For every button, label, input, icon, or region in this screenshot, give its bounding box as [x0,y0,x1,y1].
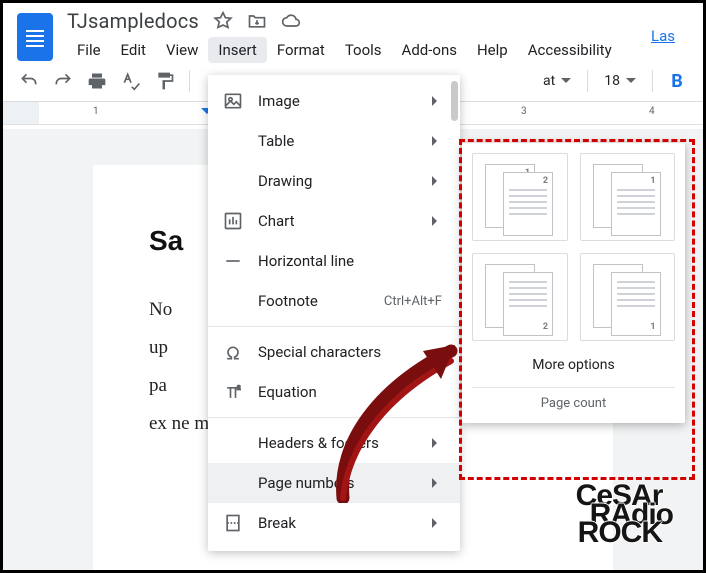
bold-button[interactable]: B [663,71,691,92]
svg-text:2: 2 [237,386,241,392]
menu-item-label: Headers & footers [258,434,418,452]
menu-item-table[interactable]: Table [208,121,460,161]
chart-icon [222,210,244,232]
horizontal-line-icon [222,250,244,272]
menu-format[interactable]: Format [267,37,335,63]
submenu-arrow-icon [432,96,442,106]
submenu-arrow-icon [432,438,442,448]
menu-bar: File Edit View Insert Format Tools Add-o… [67,37,622,63]
menu-separator [208,417,460,418]
menu-item-horizontal-line[interactable]: Horizontal line [208,241,460,281]
menu-item-break[interactable]: Break [208,503,460,543]
menu-item-special-characters[interactable]: Special characters [208,332,460,372]
menu-item-label: Break [258,514,418,532]
toolbar-separator [652,70,653,92]
menu-file[interactable]: File [67,37,111,63]
page-number-option-header-skip-first[interactable]: 1 [580,153,676,241]
menu-accessibility[interactable]: Accessibility [518,37,622,63]
menu-item-label: Image [258,92,418,110]
menu-item-label: Drawing [258,172,418,190]
submenu-arrow-icon [432,176,442,186]
footnote-icon [222,290,244,312]
menu-item-equation[interactable]: 2 Equation [208,372,460,412]
menu-item-label: Page numbers [258,474,418,492]
print-button[interactable] [83,67,111,95]
page-number-option-footer-all[interactable]: 1 2 [472,253,568,341]
menu-help[interactable]: Help [467,37,518,63]
submenu-arrow-icon [432,478,442,488]
insert-dropdown: Image Table Drawing Chart Horizontal lin… [208,75,460,551]
toolbar-separator [189,70,190,92]
menu-item-headers-footers[interactable]: Headers & footers [208,423,460,463]
menu-item-label: Chart [258,212,418,230]
paint-format-button[interactable] [151,67,179,95]
menu-item-label: Footnote [258,292,370,310]
menu-addons[interactable]: Add-ons [392,37,467,63]
toolbar-separator [587,70,588,92]
submenu-arrow-icon [432,518,442,528]
submenu-arrow-icon [432,136,442,146]
menu-view[interactable]: View [156,37,208,63]
page-numbers-submenu: 1 2 1 1 2 1 More options Page count [462,143,685,423]
ruler-tick: 1 [93,106,99,117]
menu-item-label: Equation [258,383,442,401]
star-icon[interactable] [213,11,233,31]
menu-item-footnote[interactable]: Footnote Ctrl+Alt+F [208,281,460,321]
menu-item-label: Horizontal line [258,252,442,270]
page-numbers-icon [222,472,244,494]
menu-tools[interactable]: Tools [335,37,392,63]
title-bar: TJsampledocs File Edit View Insert Forma… [3,3,703,61]
menu-item-page-numbers[interactable]: Page numbers [208,463,460,503]
page-number-option-footer-skip-first[interactable]: 1 [580,253,676,341]
font-size-select[interactable]: 18 [598,73,642,89]
drawing-icon [222,170,244,192]
move-folder-icon[interactable] [247,11,267,31]
keyboard-shortcut: Ctrl+Alt+F [384,294,442,309]
page-count-button[interactable]: Page count [472,387,675,413]
table-icon [222,130,244,152]
document-title[interactable]: TJsampledocs [67,9,199,33]
cloud-status-icon[interactable] [281,11,301,31]
menu-item-label: Table [258,132,418,150]
watermark-logo: CeSAr RAdio ROCK [576,484,673,544]
break-icon [222,512,244,534]
menu-item-drawing[interactable]: Drawing [208,161,460,201]
submenu-arrow-icon [432,216,442,226]
dropdown-scrollbar[interactable] [451,81,458,121]
menu-item-chart[interactable]: Chart [208,201,460,241]
menu-insert[interactable]: Insert [208,37,266,63]
more-options-button[interactable]: More options [472,341,675,383]
menu-item-image[interactable]: Image [208,81,460,121]
redo-button[interactable] [49,67,77,95]
headers-icon [222,432,244,454]
image-icon [222,90,244,112]
menu-item-label: Special characters [258,343,442,361]
ruler-tick: 4 [649,106,655,117]
menu-edit[interactable]: Edit [111,37,156,63]
pi-icon: 2 [222,381,244,403]
docs-logo-icon[interactable] [17,13,53,61]
menu-separator [208,326,460,327]
spellcheck-button[interactable] [117,67,145,95]
undo-button[interactable] [15,67,43,95]
ruler-tick: 3 [521,106,527,117]
page-number-option-header-all[interactable]: 1 2 [472,153,568,241]
font-family-select[interactable]: at [537,73,577,89]
last-edit-link[interactable]: Las [641,23,685,49]
omega-icon [222,341,244,363]
